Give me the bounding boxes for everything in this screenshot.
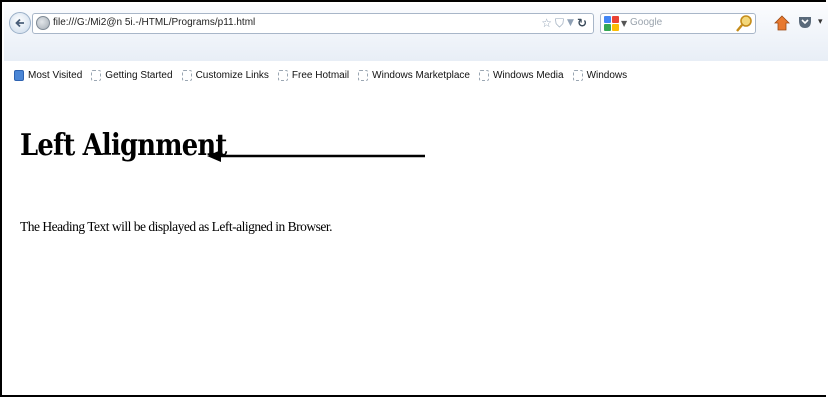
bookmark-label: Windows Marketplace <box>372 69 470 81</box>
back-arrow-icon <box>15 18 24 28</box>
bookmark-label: Windows <box>586 69 628 81</box>
bookmark-label: Windows Media <box>492 69 564 81</box>
url-text[interactable]: file:///G:/Mi2@n 5i.-/HTML/Programs/p11.… <box>53 17 255 28</box>
bookmark-windows[interactable]: Windows <box>572 69 628 81</box>
browser-window: file:///G:/Mi2@n 5i.-/HTML/Programs/p11.… <box>0 0 828 397</box>
bookmark-page-icon <box>358 69 369 81</box>
bookmark-free-hotmail[interactable]: Free Hotmail <box>277 69 350 81</box>
bookmark-label: Getting Started <box>105 69 173 81</box>
google-icon[interactable] <box>604 16 619 31</box>
reload-icon[interactable]: ↻ <box>577 15 587 32</box>
bookmark-most-visited[interactable]: Most Visited <box>14 69 83 81</box>
bookmarks-toolbar: Most Visited Getting Started Customize L… <box>14 66 636 84</box>
address-bar-icons: ☆ ⛉ ▼ ↻ <box>541 15 587 32</box>
bookmark-page-icon <box>91 69 102 81</box>
page-heading: Left Alignment <box>20 128 227 163</box>
bookmark-windows-media[interactable]: Windows Media <box>478 69 564 81</box>
bookmark-page-icon <box>478 69 489 81</box>
bookmark-label: Free Hotmail <box>291 69 350 81</box>
most-visited-icon <box>14 69 24 81</box>
search-input[interactable]: Google <box>630 17 662 28</box>
bookmark-customize-links[interactable]: Customize Links <box>181 69 269 81</box>
bookmark-page-icon <box>572 69 583 81</box>
search-icon[interactable] <box>734 13 754 34</box>
bookmark-label: Most Visited <box>28 69 83 81</box>
bookmark-windows-marketplace[interactable]: Windows Marketplace <box>358 69 470 81</box>
bookmark-page-icon <box>277 69 288 81</box>
home-icon[interactable] <box>774 15 790 31</box>
globe-icon <box>36 16 50 30</box>
engine-dropdown-icon[interactable]: ▼ <box>621 16 627 31</box>
search-bar[interactable]: ▼ Google <box>600 13 756 34</box>
address-bar[interactable]: file:///G:/Mi2@n 5i.-/HTML/Programs/p11.… <box>32 13 594 34</box>
bookmark-label: Customize Links <box>195 69 269 81</box>
toolbar-menu-icon[interactable]: ▾ <box>818 17 823 27</box>
pocket-icon[interactable] <box>798 15 812 29</box>
annotation-arrow <box>207 150 425 162</box>
back-button[interactable] <box>9 12 31 34</box>
bookmark-getting-started[interactable]: Getting Started <box>91 69 173 81</box>
star-icon[interactable]: ☆ <box>541 15 552 32</box>
page-paragraph: The Heading Text will be displayed as Le… <box>20 219 332 234</box>
bookmark-page-icon <box>181 69 192 81</box>
navigation-toolbar: file:///G:/Mi2@n 5i.-/HTML/Programs/p11.… <box>4 4 828 61</box>
dropdown-icon[interactable]: ▼ <box>567 15 574 32</box>
bookmark-shield-icon[interactable]: ⛉ <box>555 15 564 32</box>
